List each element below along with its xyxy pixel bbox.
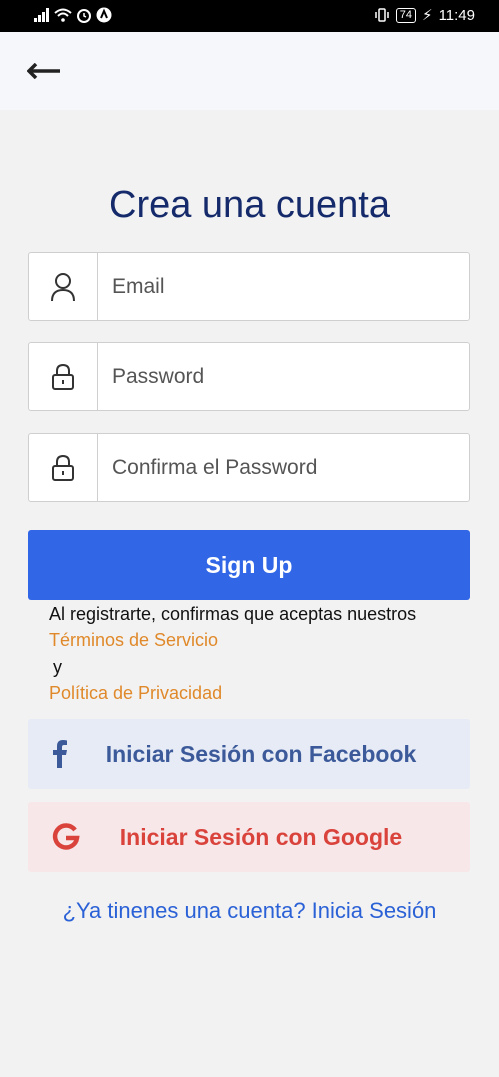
status-icons-right: 74 ⚡ 11:49 [374,6,475,24]
password-field [28,342,470,411]
google-login-button[interactable]: Iniciar Sesión con Google [28,802,470,872]
confirm-password-field [28,433,470,502]
vibrate-icon [375,8,389,22]
privacy-policy-link[interactable]: Política de Privacidad [49,683,222,704]
and-text: y [53,657,62,677]
password-input[interactable] [98,343,469,410]
app-bar [0,32,499,110]
lock-icon [52,454,74,481]
charging-icon: ⚡ [422,7,433,24]
lock-icon [52,363,74,390]
google-icon [52,802,80,872]
facebook-login-label: Iniciar Sesión con Facebook [105,740,417,767]
status-icons-left [34,7,112,23]
app-notification-icon [96,7,112,23]
arrow-left-icon [27,63,60,79]
alarm-icon [77,9,91,23]
facebook-icon [52,719,68,789]
password-icon-box [29,343,98,410]
google-login-label: Iniciar Sesión con Google [119,823,403,850]
page-title: Crea una cuenta [109,184,390,226]
confirm-password-input[interactable] [98,434,469,501]
confirm-password-icon-box [29,434,98,501]
sign-up-button[interactable]: Sign Up [28,530,470,600]
terms-of-service-link[interactable]: Términos de Servicio [49,630,218,651]
email-input[interactable] [98,253,469,320]
status-bar: 74 ⚡ 11:49 [0,0,499,32]
back-button[interactable] [22,54,66,88]
wifi-icon [54,8,72,22]
email-icon-box [29,253,98,320]
clock: 11:49 [438,6,475,24]
email-field [28,252,470,321]
facebook-login-button[interactable]: Iniciar Sesión con Facebook [28,719,470,789]
battery-level: 74 [395,7,417,23]
signal-icon [34,8,49,22]
sign-in-link[interactable]: ¿Ya tinenes una cuenta? Inicia Sesión [0,898,499,924]
user-icon [51,272,75,301]
terms-notice: Al registrarte, confirmas que aceptas nu… [49,604,417,624]
